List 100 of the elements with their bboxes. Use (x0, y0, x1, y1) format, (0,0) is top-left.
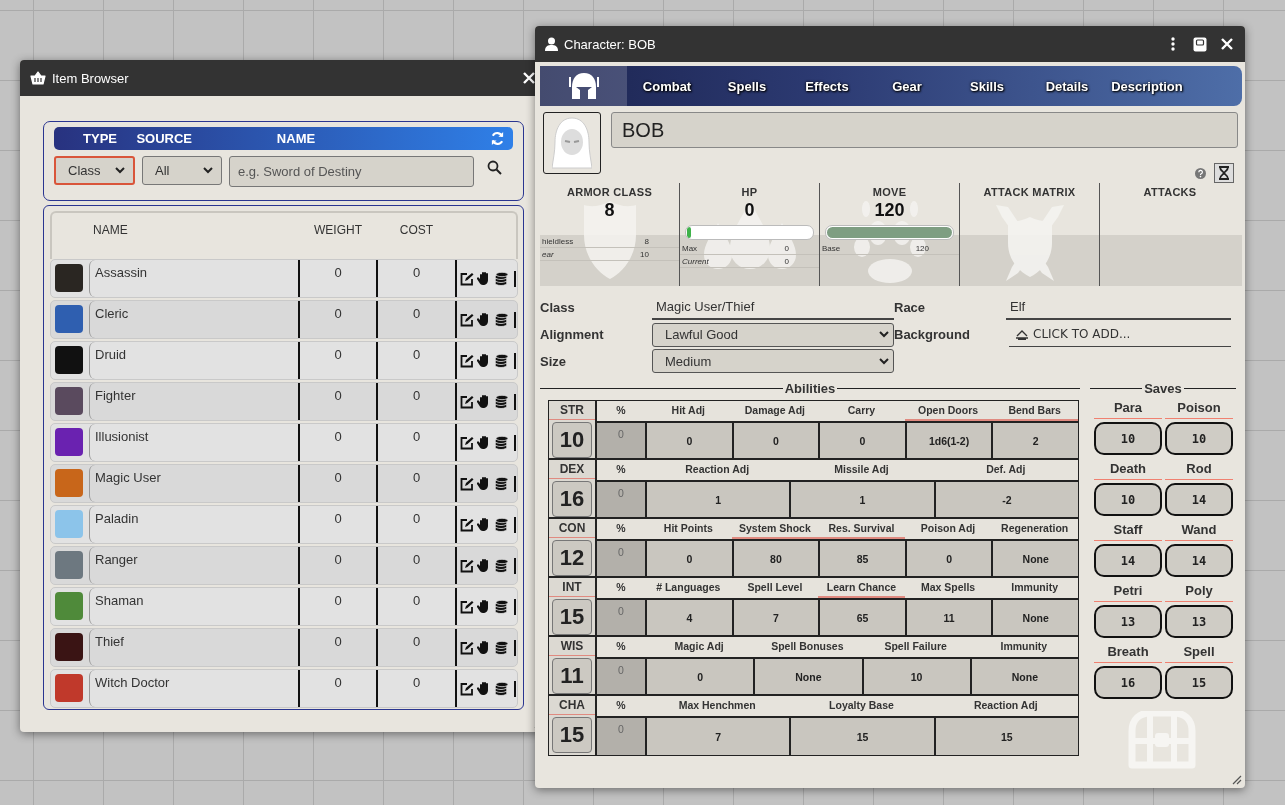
item-row[interactable]: Illusionist 0 0 (50, 423, 518, 462)
coins-icon[interactable] (494, 271, 509, 286)
item-row[interactable]: Magic User 0 0 (50, 464, 518, 503)
add-field[interactable]: CLICK TO ADD... (1009, 322, 1231, 347)
edit-icon[interactable] (460, 353, 474, 368)
coins-icon[interactable] (494, 599, 509, 614)
hand-icon[interactable] (477, 435, 491, 450)
search-icon[interactable] (487, 160, 502, 175)
field-label: Size (540, 352, 567, 371)
edit-icon[interactable] (460, 312, 474, 327)
hand-icon[interactable] (477, 640, 491, 655)
select-field[interactable]: Medium (652, 349, 894, 373)
edit-icon[interactable] (460, 599, 474, 614)
hand-icon[interactable] (477, 599, 491, 614)
edit-icon[interactable] (460, 517, 474, 532)
save-value[interactable]: 15 (1165, 666, 1233, 699)
chevron-icon (879, 331, 889, 338)
edit-icon[interactable] (460, 394, 474, 409)
save-value[interactable]: 14 (1165, 544, 1233, 577)
coins-icon[interactable] (494, 681, 509, 696)
hand-icon[interactable] (477, 394, 491, 409)
save-value[interactable]: 14 (1165, 483, 1233, 516)
ability-score[interactable]: 11 (552, 658, 592, 694)
coins-icon[interactable] (494, 517, 509, 532)
ability-score[interactable]: 12 (552, 540, 592, 576)
tab[interactable]: Gear (867, 66, 947, 106)
item-row[interactable]: Shaman 0 0 (50, 587, 518, 626)
hourglass-icon[interactable] (1214, 163, 1234, 183)
edit-icon[interactable] (460, 558, 474, 573)
edit-icon[interactable] (460, 435, 474, 450)
ability-name: INT (549, 578, 595, 597)
edit-icon[interactable] (460, 681, 474, 696)
item-row[interactable]: Fighter 0 0 (50, 382, 518, 421)
column-header: Damage Adj (743, 403, 807, 418)
item-row[interactable]: Ranger 0 0 (50, 546, 518, 585)
chevron-icon (879, 357, 889, 365)
name-field[interactable]: BOB (611, 112, 1238, 148)
save-value[interactable]: 10 (1094, 483, 1162, 516)
close-icon[interactable] (1221, 38, 1233, 50)
item-row[interactable]: Paladin 0 0 (50, 505, 518, 544)
coins-icon[interactable] (494, 476, 509, 491)
item-name: Cleric (89, 301, 298, 338)
coins-icon[interactable] (494, 394, 509, 409)
more-options-icon[interactable] (1171, 37, 1175, 51)
column-header: WEIGHT (313, 222, 363, 239)
coins-icon[interactable] (494, 640, 509, 655)
edit-icon[interactable] (460, 271, 474, 286)
item-row[interactable]: Assassin 0 0 (50, 259, 518, 298)
item-row[interactable]: Cleric 0 0 (50, 300, 518, 339)
name-search-field[interactable]: e.g. Sword of Destiny (229, 156, 474, 187)
coins-icon[interactable] (494, 558, 509, 573)
tab[interactable]: Skills (947, 66, 1027, 106)
ability-score[interactable]: 15 (552, 717, 592, 753)
ability-score[interactable]: 16 (552, 481, 592, 517)
ability-score[interactable]: 15 (552, 599, 592, 635)
hand-icon[interactable] (477, 312, 491, 327)
stat-label: ARMOR CLASS (566, 186, 653, 198)
ability-cell: 11 (906, 600, 994, 635)
save-value[interactable]: 13 (1094, 605, 1162, 638)
tab[interactable]: Combat (627, 66, 707, 106)
tab[interactable]: Spells (707, 66, 787, 106)
source-dropdown[interactable]: All (142, 156, 222, 185)
hand-icon[interactable] (477, 271, 491, 286)
sheet-icon[interactable] (1193, 36, 1207, 52)
ability-cell: 1 (791, 482, 936, 517)
coins-icon[interactable] (494, 353, 509, 368)
save-value[interactable]: 13 (1165, 605, 1233, 638)
main-tab[interactable] (540, 66, 627, 106)
save-value[interactable]: 10 (1165, 422, 1233, 455)
column-header: Regeneration (1000, 521, 1070, 536)
cost-cell: 0 (376, 301, 455, 338)
save-value[interactable]: 16 (1094, 666, 1162, 699)
hand-icon[interactable] (477, 353, 491, 368)
resize-grip-icon[interactable] (1232, 775, 1242, 785)
coins-icon[interactable] (494, 435, 509, 450)
hand-icon[interactable] (477, 476, 491, 491)
item-row[interactable]: Druid 0 0 (50, 341, 518, 380)
hand-icon[interactable] (477, 681, 491, 696)
close-icon[interactable] (523, 72, 535, 84)
weight-cell: 0 (298, 465, 376, 502)
ability-cell: None (755, 659, 864, 694)
help-icon[interactable] (1195, 167, 1206, 179)
item-row[interactable]: Witch Doctor 0 0 (50, 669, 518, 708)
save-value[interactable]: 10 (1094, 422, 1162, 455)
stat-row-value: 8 (644, 236, 649, 246)
item-row[interactable]: Thief 0 0 (50, 628, 518, 667)
tab[interactable]: Details (1027, 66, 1107, 106)
edit-icon[interactable] (460, 640, 474, 655)
hand-icon[interactable] (477, 517, 491, 532)
hand-icon[interactable] (477, 558, 491, 573)
ability-cell: 4 (647, 600, 734, 635)
select-field[interactable]: Lawful Good (652, 322, 894, 347)
edit-icon[interactable] (460, 476, 474, 491)
tab[interactable]: Effects (787, 66, 867, 106)
tab[interactable]: Description (1107, 66, 1187, 106)
coins-icon[interactable] (494, 312, 509, 327)
type-dropdown[interactable]: Class (54, 156, 135, 185)
shield-icon (581, 199, 638, 281)
ability-score[interactable]: 10 (552, 422, 592, 458)
save-value[interactable]: 14 (1094, 544, 1162, 577)
